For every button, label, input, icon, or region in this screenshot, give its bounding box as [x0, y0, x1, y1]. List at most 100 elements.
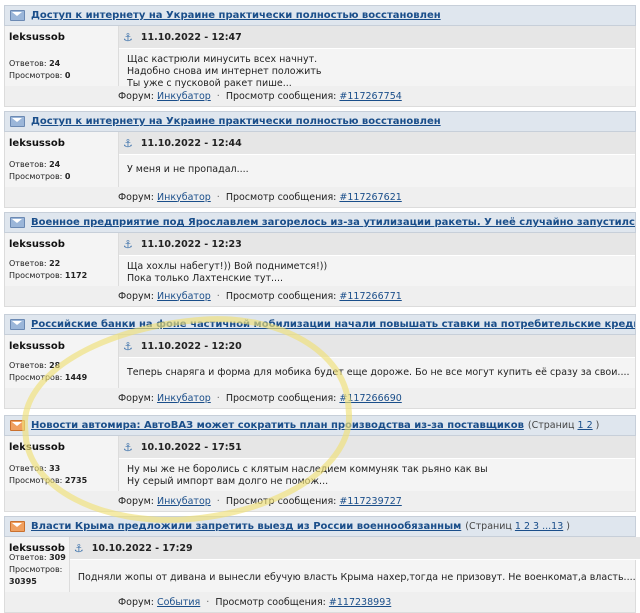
post-line: Пока только Лахтенские тут....: [127, 273, 284, 284]
separator: ·: [216, 392, 220, 404]
author-panel: leksussob Ответов: 33 Просмотров: 2735: [5, 436, 119, 491]
forum-label: Форум:: [118, 290, 155, 302]
post-content: ⚓ 10.10.2022 - 17:51 Ну мы же не боролис…: [119, 436, 635, 491]
anchor-icon[interactable]: ⚓: [123, 340, 133, 353]
author-name[interactable]: leksussob: [9, 138, 114, 149]
post-line: Ну мы же не боролись с клятым наследием …: [127, 464, 488, 475]
topic-link[interactable]: Российские банки на фоне частичной мобил…: [31, 319, 635, 330]
forum-link[interactable]: События: [157, 597, 200, 608]
post-body: leksussob Ответов: 24 Просмотров: 0 ⚓ 11…: [4, 26, 636, 89]
topic-link[interactable]: Доступ к интернету на Украине практическ…: [31, 10, 441, 21]
post-title-bar: Власти Крыма предложили запретить выезд …: [4, 516, 636, 537]
answers-label: Ответов:: [9, 553, 47, 562]
forum-label: Форум:: [118, 596, 155, 608]
forum-link[interactable]: Инкубатор: [157, 496, 211, 507]
view-msg-label: Просмотр сообщения:: [215, 596, 326, 608]
views-count: 1449: [64, 373, 88, 382]
views-count: 0: [64, 172, 71, 181]
separator: ·: [216, 495, 220, 507]
views-label: Просмотров:: [9, 71, 63, 80]
post-footer: Форум: Инкубатор · Просмотр сообщения: #…: [4, 388, 636, 409]
envelope-icon: [10, 319, 25, 330]
post: Военное предприятие под Ярославлем загор…: [4, 212, 636, 307]
views-count: 30395: [9, 577, 37, 586]
post-text: Теперь снаряга и форма для мобика будет …: [119, 358, 635, 383]
post-footer: Форум: Инкубатор · Просмотр сообщения: #…: [4, 286, 636, 307]
message-link[interactable]: #117267754: [339, 91, 401, 102]
message-link[interactable]: #117267621: [339, 192, 401, 203]
answers-label: Ответов:: [9, 259, 47, 268]
author-panel: leksussob Ответов: 28 Просмотров: 1449: [5, 335, 119, 388]
views-label: Просмотров:: [9, 565, 63, 574]
view-msg-label: Просмотр сообщения:: [225, 495, 337, 507]
anchor-icon[interactable]: ⚓: [74, 542, 84, 555]
envelope-icon: [10, 420, 25, 431]
separator: ·: [206, 596, 210, 608]
post-line: Ну серый импорт вам долго не помож...: [127, 476, 329, 487]
author-stats: Ответов: 22 Просмотров: 1172: [9, 258, 87, 282]
pages-label: (Страниц: [465, 521, 512, 532]
forum-link[interactable]: Инкубатор: [157, 91, 211, 102]
forum-link[interactable]: Инкубатор: [157, 192, 211, 203]
answers-count: 33: [49, 464, 61, 473]
author-stats: Ответов: 28 Просмотров: 1449: [9, 360, 87, 384]
message-link[interactable]: #117238993: [329, 597, 391, 608]
forum-label: Форум:: [118, 191, 155, 203]
anchor-icon[interactable]: ⚓: [123, 441, 133, 454]
post-body: leksussob Ответов: 33 Просмотров: 2735 ⚓…: [4, 436, 636, 491]
views-label: Просмотров:: [9, 172, 63, 181]
pages-close: ): [595, 420, 600, 431]
anchor-icon[interactable]: ⚓: [123, 238, 133, 251]
author-name[interactable]: leksussob: [9, 442, 114, 453]
message-link[interactable]: #117266690: [339, 393, 401, 404]
anchor-icon[interactable]: ⚓: [123, 137, 133, 150]
message-link[interactable]: #117239727: [339, 496, 401, 507]
author-stats: Ответов: 309 Просмотров: 30395: [9, 552, 69, 588]
forum-label: Форум:: [118, 392, 155, 404]
view-msg-label: Просмотр сообщения:: [225, 392, 337, 404]
views-label: Просмотров:: [9, 373, 63, 382]
date-bar: ⚓ 11.10.2022 - 12:44: [119, 132, 635, 155]
view-msg-label: Просмотр сообщения:: [225, 290, 337, 302]
author-stats: Ответов: 33 Просмотров: 2735: [9, 463, 87, 487]
separator: ·: [216, 90, 220, 102]
message-link[interactable]: #117266771: [339, 291, 401, 302]
page-links[interactable]: 1 2: [578, 420, 593, 431]
views-label: Просмотров:: [9, 476, 63, 485]
envelope-icon: [10, 10, 25, 21]
anchor-icon[interactable]: ⚓: [123, 31, 133, 44]
author-name[interactable]: leksussob: [9, 239, 114, 250]
forum-link[interactable]: Инкубатор: [157, 393, 211, 404]
post-body: leksussob Ответов: 28 Просмотров: 1449 ⚓…: [4, 335, 636, 388]
topic-link[interactable]: Военное предприятие под Ярославлем загор…: [31, 217, 635, 228]
date-bar: ⚓ 10.10.2022 - 17:51: [119, 436, 635, 459]
author-name[interactable]: leksussob: [9, 341, 114, 352]
separator: ·: [216, 290, 220, 302]
forum-link[interactable]: Инкубатор: [157, 291, 211, 302]
post-line: У меня и не пропадал....: [127, 164, 249, 175]
post-content: ⚓ 11.10.2022 - 12:23 Ща хохлы набегут!))…: [119, 233, 635, 286]
post-title-bar: Российские банки на фоне частичной мобил…: [4, 314, 636, 335]
author-name[interactable]: leksussob: [9, 32, 114, 43]
topic-link[interactable]: Доступ к интернету на Украине практическ…: [31, 116, 441, 127]
envelope-icon: [10, 217, 25, 228]
separator: ·: [216, 191, 220, 203]
topic-link[interactable]: Новости автомира: АвтоВАЗ может сократит…: [31, 420, 524, 431]
author-stats: Ответов: 24 Просмотров: 0: [9, 58, 70, 82]
answers-count: 24: [49, 160, 61, 169]
author-panel: leksussob Ответов: 309 Просмотров: 30395: [5, 537, 70, 592]
post-date: 10.10.2022 - 17:51: [140, 441, 242, 453]
post-body: leksussob Ответов: 22 Просмотров: 1172 ⚓…: [4, 233, 636, 286]
topic-link[interactable]: Власти Крыма предложили запретить выезд …: [31, 521, 461, 532]
view-msg-label: Просмотр сообщения:: [225, 191, 337, 203]
views-count: 2735: [64, 476, 88, 485]
post-title-bar: Новости автомира: АвтоВАЗ может сократит…: [4, 415, 636, 436]
author-panel: leksussob Ответов: 22 Просмотров: 1172: [5, 233, 119, 286]
post-date: 11.10.2022 - 12:20: [140, 340, 242, 352]
post-line: Надобно снова им интернет положить: [127, 66, 322, 77]
post-text: Щас кастрюли минусить всех начнут. Надоб…: [119, 49, 635, 94]
date-bar: ⚓ 11.10.2022 - 12:20: [119, 335, 635, 358]
page-links[interactable]: 1 2 3 ...13: [515, 521, 563, 532]
date-bar: ⚓ 11.10.2022 - 12:23: [119, 233, 635, 256]
answers-count: 28: [49, 361, 61, 370]
